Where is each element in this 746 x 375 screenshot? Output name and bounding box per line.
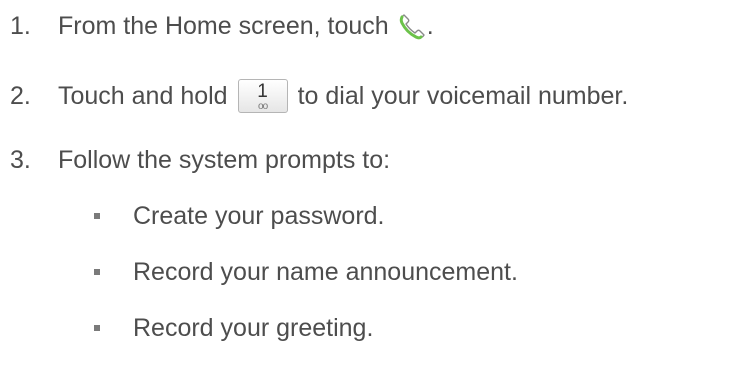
- voicemail-symbol: oo: [258, 100, 268, 112]
- phone-icon: [397, 11, 427, 41]
- step-2-text: Touch and hold: [58, 81, 228, 110]
- voicemail-key-icon: 1 oo: [237, 79, 288, 113]
- bullet-text: Record your name announcement.: [133, 257, 518, 286]
- step-text: From the Home screen, touch .: [58, 11, 434, 41]
- step-1-period: .: [426, 11, 434, 40]
- step-number: 1.: [10, 11, 31, 40]
- bullet-icon: [94, 213, 100, 219]
- step-3-text: Follow the system prompts to:: [58, 145, 391, 174]
- step-1-text: From the Home screen, touch: [58, 11, 389, 40]
- step-number: 3.: [10, 145, 31, 174]
- bullet-text: Create your password.: [133, 201, 385, 230]
- step-2-text-after: to dial your voicemail number.: [297, 81, 629, 110]
- step-text: Touch and hold 1 oo to dial your voicema…: [58, 79, 628, 113]
- step-number: 2.: [10, 81, 31, 110]
- bullet-icon: [94, 325, 100, 331]
- bullet-icon: [94, 269, 100, 275]
- bullet-text: Record your greeting.: [133, 313, 374, 342]
- key-digit: 1: [257, 80, 268, 102]
